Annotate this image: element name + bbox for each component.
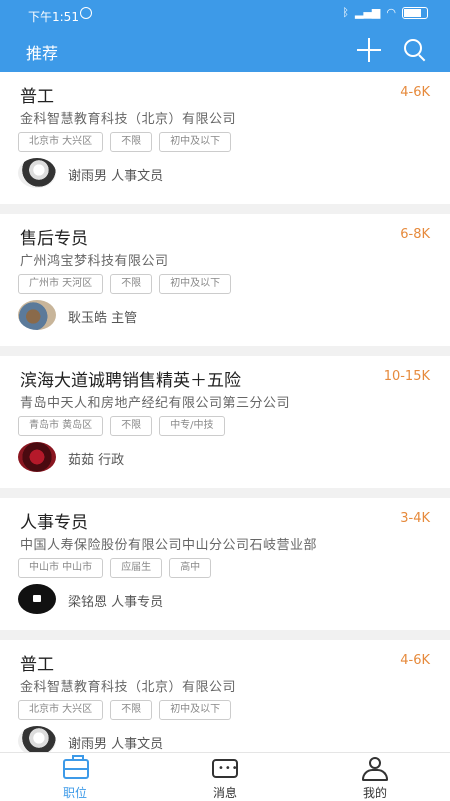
location-tag: 广州市 天河区: [18, 274, 104, 294]
job-card[interactable]: 滨海大道诚聘销售精英＋五险 10-15K 青岛中天人和房地产经纪有限公司第三分公…: [0, 356, 450, 488]
experience-tag: 不限: [110, 274, 153, 294]
status-icons: ᛒ ▂▄▆ ◠: [342, 6, 428, 19]
contact-info: 谢雨男 人事文员: [68, 169, 164, 184]
job-title: 售后专员: [20, 229, 88, 249]
experience-tag: 不限: [110, 132, 153, 152]
wifi-icon: ◠: [386, 6, 396, 19]
bluetooth-icon: ᛒ: [342, 6, 349, 19]
company-name: 青岛中天人和房地产经纪有限公司第三分公司: [20, 396, 291, 411]
page-title[interactable]: 推荐: [26, 40, 58, 64]
job-tags: 中山市 中山市 应届生 高中: [18, 558, 212, 578]
briefcase-icon: [63, 755, 89, 779]
job-title: 人事专员: [20, 513, 88, 533]
app-bar: 推荐: [0, 30, 450, 72]
tab-label: 职位: [62, 786, 87, 800]
job-card[interactable]: 普工 4-6K 金科智慧教育科技（北京）有限公司 北京市 大兴区 不限 初中及以…: [0, 640, 450, 752]
job-salary: 4-6K: [400, 653, 430, 668]
job-tags: 北京市 大兴区 不限 初中及以下: [18, 700, 232, 720]
education-tag: 中专/中技: [159, 416, 225, 436]
education-tag: 初中及以下: [159, 274, 232, 294]
company-name: 金科智慧教育科技（北京）有限公司: [20, 112, 237, 127]
contact-info: 茹茹 行政: [68, 453, 125, 468]
avatar: [18, 300, 56, 330]
avatar: [18, 584, 56, 614]
tab-profile[interactable]: 我的: [325, 753, 425, 801]
experience-tag: 不限: [110, 416, 153, 436]
tab-jobs[interactable]: 职位: [25, 753, 125, 801]
chat-icon: •••: [212, 759, 238, 778]
avatar: [18, 442, 56, 472]
job-salary: 4-6K: [400, 85, 430, 100]
company-name: 中国人寿保险股份有限公司中山分公司石岐营业部: [20, 538, 318, 553]
job-title: 滨海大道诚聘销售精英＋五险: [20, 371, 241, 391]
alarm-icon: [80, 7, 92, 19]
contact-info: 耿玉皓 主管: [68, 311, 138, 326]
tab-label: 我的: [362, 786, 387, 800]
experience-tag: 不限: [110, 700, 153, 720]
company-name: 金科智慧教育科技（北京）有限公司: [20, 680, 237, 695]
tab-label: 消息: [212, 786, 237, 800]
job-card[interactable]: 普工 4-6K 金科智慧教育科技（北京）有限公司 北京市 大兴区 不限 初中及以…: [0, 72, 450, 204]
job-tags: 北京市 大兴区 不限 初中及以下: [18, 132, 232, 152]
user-icon: [361, 757, 389, 781]
search-icon[interactable]: [404, 39, 426, 62]
job-card[interactable]: 人事专员 3-4K 中国人寿保险股份有限公司中山分公司石岐营业部 中山市 中山市…: [0, 498, 450, 630]
job-tags: 青岛市 黄岛区 不限 中专/中技: [18, 416, 225, 436]
location-tag: 北京市 大兴区: [18, 700, 104, 720]
location-tag: 中山市 中山市: [18, 558, 104, 578]
plus-icon[interactable]: [357, 38, 381, 62]
battery-icon: [402, 6, 428, 19]
contact-info: 谢雨男 人事文员: [68, 737, 164, 752]
experience-tag: 应届生: [110, 558, 163, 578]
job-salary: 6-8K: [400, 227, 430, 242]
job-tags: 广州市 天河区 不限 初中及以下: [18, 274, 232, 294]
avatar: [18, 726, 56, 752]
education-tag: 初中及以下: [159, 700, 232, 720]
bottom-tab-bar: 职位 ••• 消息 我的: [0, 752, 450, 801]
education-tag: 初中及以下: [159, 132, 232, 152]
avatar: [18, 158, 56, 188]
job-list[interactable]: 普工 4-6K 金科智慧教育科技（北京）有限公司 北京市 大兴区 不限 初中及以…: [0, 72, 450, 752]
tab-messages[interactable]: ••• 消息: [175, 753, 275, 801]
location-tag: 青岛市 黄岛区: [18, 416, 104, 436]
location-tag: 北京市 大兴区: [18, 132, 104, 152]
job-salary: 10-15K: [383, 369, 430, 384]
education-tag: 高中: [169, 558, 212, 578]
job-salary: 3-4K: [400, 511, 430, 526]
job-title: 普工: [20, 87, 54, 107]
job-card[interactable]: 售后专员 6-8K 广州鸿宝梦科技有限公司 广州市 天河区 不限 初中及以下 耿…: [0, 214, 450, 346]
status-bar: 下午1:51 ᛒ ▂▄▆ ◠: [0, 0, 450, 30]
signal-icon: ▂▄▆: [355, 6, 381, 19]
job-title: 普工: [20, 655, 54, 675]
contact-info: 梁铭恩 人事专员: [68, 595, 164, 610]
company-name: 广州鸿宝梦科技有限公司: [20, 254, 169, 269]
status-time: 下午1:51: [28, 10, 79, 24]
